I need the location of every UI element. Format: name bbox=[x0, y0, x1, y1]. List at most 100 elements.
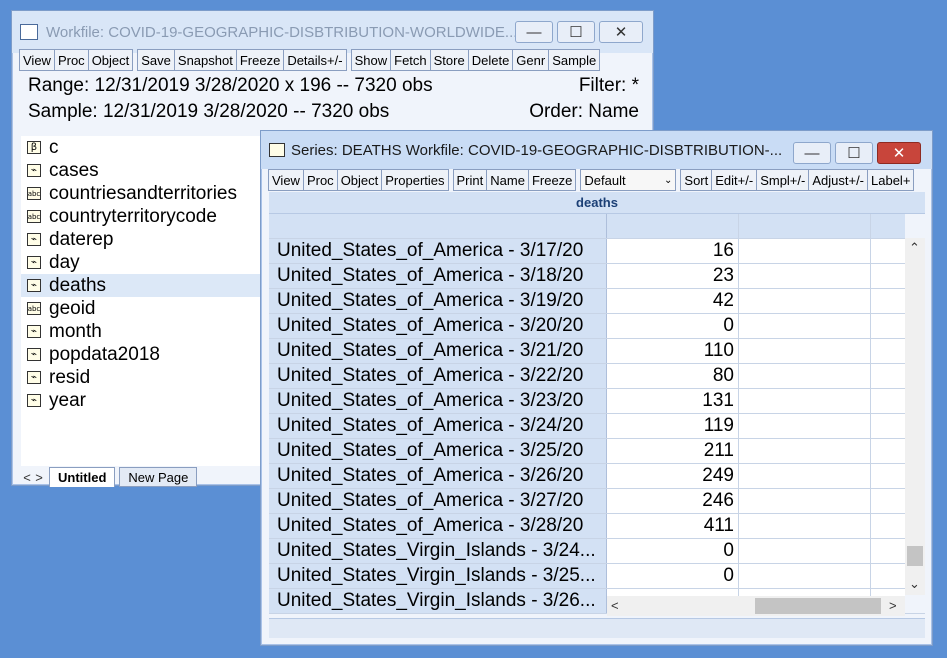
s-object-button[interactable]: Object bbox=[336, 169, 383, 191]
table-row[interactable]: United_States_of_America - 3/17/20 16 bbox=[269, 239, 925, 264]
s-properties-button[interactable]: Properties bbox=[381, 169, 449, 191]
table-row[interactable]: United_States_of_America - 3/28/20 411 bbox=[269, 514, 925, 539]
empty-cell[interactable] bbox=[871, 514, 905, 538]
wf-delete-button[interactable]: Delete bbox=[467, 49, 514, 71]
wf-view-button[interactable]: View bbox=[19, 49, 55, 71]
object-item[interactable]: ⌁ daterep bbox=[21, 228, 271, 251]
wf-object-button[interactable]: Object bbox=[87, 49, 134, 71]
empty-cell[interactable] bbox=[739, 514, 871, 538]
tab-left-arrow-icon[interactable]: < bbox=[21, 470, 33, 485]
empty-cell[interactable] bbox=[871, 539, 905, 563]
deaths-cell[interactable]: 0 bbox=[607, 539, 739, 563]
empty-cell[interactable] bbox=[739, 389, 871, 413]
s-sort-button[interactable]: Sort bbox=[680, 169, 713, 191]
empty-cell[interactable] bbox=[871, 314, 905, 338]
empty-cell[interactable] bbox=[871, 239, 905, 263]
empty-cell[interactable] bbox=[871, 389, 905, 413]
table-row[interactable]: United_States_of_America - 3/26/20 249 bbox=[269, 464, 925, 489]
empty-cell[interactable] bbox=[739, 414, 871, 438]
object-item[interactable]: ⌁ resid bbox=[21, 366, 271, 389]
object-item[interactable]: ⌁ cases bbox=[21, 159, 271, 182]
table-row[interactable]: United_States_of_America - 3/22/20 80 bbox=[269, 364, 925, 389]
deaths-cell[interactable]: 246 bbox=[607, 489, 739, 513]
maximize-button[interactable]: ☐ bbox=[557, 21, 595, 43]
deaths-cell[interactable]: 80 bbox=[607, 364, 739, 388]
wf-details-button[interactable]: Details+/- bbox=[283, 49, 347, 71]
deaths-cell[interactable]: 131 bbox=[607, 389, 739, 413]
empty-cell[interactable] bbox=[871, 264, 905, 288]
empty-cell[interactable] bbox=[739, 364, 871, 388]
s-label-button[interactable]: Label+ bbox=[867, 169, 915, 191]
wf-sample-button[interactable]: Sample bbox=[548, 49, 601, 71]
deaths-cell[interactable]: 211 bbox=[607, 439, 739, 463]
minimize-button[interactable]: — bbox=[515, 21, 553, 43]
tab-new-page[interactable]: New Page bbox=[119, 467, 198, 487]
s-freeze-button[interactable]: Freeze bbox=[527, 169, 577, 191]
table-row[interactable]: United_States_of_America - 3/21/20 110 bbox=[269, 339, 925, 364]
empty-cell[interactable] bbox=[871, 489, 905, 513]
table-row[interactable]: United_States_of_America - 3/19/20 42 bbox=[269, 289, 925, 314]
empty-cell[interactable] bbox=[871, 339, 905, 363]
deaths-cell[interactable]: 0 bbox=[607, 314, 739, 338]
s-edit-button[interactable]: Edit+/- bbox=[711, 169, 758, 191]
empty-cell[interactable] bbox=[871, 414, 905, 438]
scroll-left-icon[interactable]: < bbox=[611, 598, 619, 613]
series-window[interactable]: Series: DEATHS Workfile: COVID-19-GEOGRA… bbox=[260, 130, 933, 646]
table-row[interactable]: United_States_of_America - 3/23/20 131 bbox=[269, 389, 925, 414]
scroll-right-icon[interactable]: > bbox=[889, 598, 897, 613]
s-print-button[interactable]: Print bbox=[452, 169, 488, 191]
deaths-cell[interactable]: 119 bbox=[607, 414, 739, 438]
deaths-cell[interactable]: 23 bbox=[607, 264, 739, 288]
empty-cell[interactable] bbox=[739, 289, 871, 313]
object-item[interactable]: ⌁ month bbox=[21, 320, 271, 343]
empty-cell[interactable] bbox=[739, 489, 871, 513]
object-item[interactable]: ⌁ deaths bbox=[21, 274, 271, 297]
hscroll-thumb[interactable] bbox=[755, 598, 881, 614]
deaths-cell[interactable]: 249 bbox=[607, 464, 739, 488]
series-minimize-button[interactable]: — bbox=[793, 142, 831, 164]
empty-cell[interactable] bbox=[871, 364, 905, 388]
scroll-thumb[interactable] bbox=[907, 546, 923, 566]
wf-snapshot-button[interactable]: Snapshot bbox=[173, 49, 237, 71]
empty-cell[interactable] bbox=[739, 264, 871, 288]
table-row[interactable]: United_States_of_America - 3/18/20 23 bbox=[269, 264, 925, 289]
deaths-cell[interactable]: 411 bbox=[607, 514, 739, 538]
table-row[interactable]: United_States_Virgin_Islands - 3/24... 0 bbox=[269, 539, 925, 564]
object-item[interactable]: βc bbox=[21, 136, 271, 159]
wf-freeze-button[interactable]: Freeze bbox=[235, 49, 285, 71]
vertical-scrollbar[interactable]: ⌃ ⌄ bbox=[905, 238, 925, 595]
sample-text[interactable]: Sample: 12/31/2019 3/28/2020 -- 7320 obs bbox=[28, 101, 389, 123]
tab-untitled[interactable]: Untitled bbox=[49, 467, 116, 487]
empty-cell[interactable] bbox=[871, 289, 905, 313]
view-dropdown[interactable]: Default ⌄ bbox=[580, 169, 677, 191]
empty-cell[interactable] bbox=[739, 439, 871, 463]
object-item[interactable]: ⌁ year bbox=[21, 389, 271, 412]
wf-show-button[interactable]: Show bbox=[350, 49, 392, 71]
table-row[interactable]: United_States_Virgin_Islands - 3/25... 0 bbox=[269, 564, 925, 589]
table-row[interactable]: United_States_of_America - 3/25/20 211 bbox=[269, 439, 925, 464]
deaths-cell[interactable]: 0 bbox=[607, 564, 739, 588]
wf-store-button[interactable]: Store bbox=[429, 49, 469, 71]
s-adjust-button[interactable]: Adjust+/- bbox=[808, 169, 869, 191]
empty-cell[interactable] bbox=[739, 464, 871, 488]
empty-cell[interactable] bbox=[739, 564, 871, 588]
empty-cell[interactable] bbox=[739, 339, 871, 363]
column-header[interactable]: deaths bbox=[269, 192, 925, 214]
wf-proc-button[interactable]: Proc bbox=[53, 49, 89, 71]
object-item[interactable]: ⌁ day bbox=[21, 251, 271, 274]
scroll-down-icon[interactable]: ⌄ bbox=[909, 576, 920, 592]
empty-cell[interactable] bbox=[739, 239, 871, 263]
empty-cell[interactable] bbox=[739, 314, 871, 338]
s-smpl-button[interactable]: Smpl+/- bbox=[756, 169, 810, 191]
filter-text[interactable]: Filter: * bbox=[579, 75, 639, 97]
deaths-cell[interactable]: 42 bbox=[607, 289, 739, 313]
deaths-cell[interactable]: 16 bbox=[607, 239, 739, 263]
s-proc-button[interactable]: Proc bbox=[302, 169, 338, 191]
wf-save-button[interactable]: Save bbox=[137, 49, 175, 71]
range-text[interactable]: Range: 12/31/2019 3/28/2020 x 196 -- 732… bbox=[28, 75, 433, 97]
empty-cell[interactable] bbox=[871, 439, 905, 463]
table-row[interactable]: United_States_of_America - 3/20/20 0 bbox=[269, 314, 925, 339]
scroll-up-icon[interactable]: ⌃ bbox=[909, 240, 920, 256]
table-row[interactable]: United_States_of_America - 3/27/20 246 bbox=[269, 489, 925, 514]
empty-cell[interactable] bbox=[739, 539, 871, 563]
